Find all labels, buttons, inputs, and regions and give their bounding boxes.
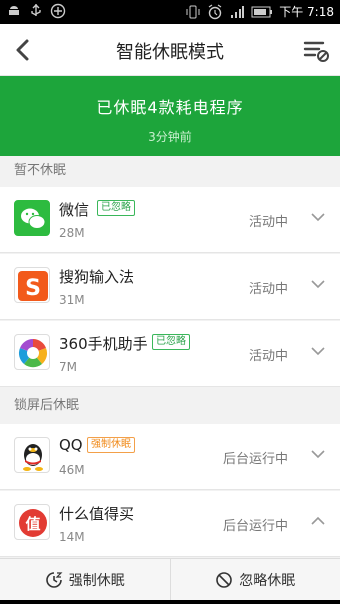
force-sleep-label: 强制休眠 (68, 572, 125, 589)
app-size: 46M (59, 463, 85, 477)
chevron-down-icon[interactable] (310, 343, 326, 359)
app-row-360-assistant[interactable]: 360手机助手 已忽略 7M 活动中 (0, 321, 340, 387)
moon-clock-icon (45, 571, 63, 588)
svg-text:值: 值 (25, 515, 40, 533)
add-circle-icon (50, 3, 66, 19)
chevron-down-icon[interactable] (310, 446, 326, 462)
sogou-icon: S (14, 267, 50, 303)
bottom-edge (0, 600, 340, 604)
alarm-icon (208, 4, 222, 20)
vibrate-icon (186, 5, 200, 19)
status-time: 下午 7:18 (279, 5, 334, 19)
page-title: 智能休眠模式 (116, 42, 224, 63)
banner-subtitle: 3分钟前 (148, 130, 192, 144)
app-status: 活动中 (248, 215, 288, 230)
force-sleep-button[interactable]: 强制休眠 (0, 559, 170, 600)
app-row-wechat[interactable]: 微信 已忽略 28M 活动中 (0, 187, 340, 253)
svg-text:S: S (25, 276, 41, 301)
qq-icon (14, 437, 50, 473)
title-bar: 智能休眠模式 (0, 24, 340, 76)
chevron-down-icon[interactable] (310, 276, 326, 292)
usb-icon (31, 4, 41, 16)
section-header-sleep-on-lock: 锁屏后休眠 (0, 391, 340, 421)
app-size: 14M (59, 530, 85, 544)
smzdm-icon: 值 (14, 504, 50, 540)
chevron-up-icon[interactable] (310, 513, 326, 529)
app-status: 活动中 (248, 282, 288, 297)
app-status: 后台运行中 (222, 519, 288, 534)
app-size: 7M (59, 360, 77, 374)
app-row-qq[interactable]: QQ 强制休眠 46M 后台运行中 (0, 424, 340, 490)
battery-icon (251, 6, 273, 18)
app-status: 后台运行中 (222, 452, 288, 467)
chevron-down-icon[interactable] (310, 209, 326, 225)
section-header-no-sleep: 暂不休眠 (0, 156, 340, 186)
sleep-summary-banner: 已休眠4款耗电程序 3分钟前 (0, 76, 340, 156)
app-name: 搜狗输入法 (59, 268, 135, 286)
app-row-smzdm[interactable]: 值 什么值得买 14M 后台运行中 (0, 491, 340, 557)
ignore-sleep-button[interactable]: 忽略休眠 (169, 559, 340, 600)
app-status: 活动中 (248, 349, 288, 364)
wechat-icon (14, 200, 50, 236)
filter-list-icon[interactable] (302, 36, 330, 64)
android-icon (9, 6, 19, 15)
app-name: 360手机助手 (59, 335, 148, 353)
ignore-sleep-label: 忽略休眠 (239, 572, 296, 589)
force-sleep-badge: 强制休眠 (87, 437, 135, 453)
app-name: 什么值得买 (59, 505, 135, 523)
prohibited-icon (216, 571, 233, 588)
status-bar: 下午 7:18 (0, 0, 340, 24)
signal-icon (231, 6, 245, 18)
app-row-sogou-input[interactable]: S 搜狗输入法 31M 活动中 (0, 254, 340, 320)
banner-title: 已休眠4款耗电程序 (96, 98, 244, 117)
360-assistant-icon (14, 334, 50, 370)
app-size: 31M (59, 293, 85, 307)
ignored-badge: 已忽略 (152, 334, 190, 350)
app-name: QQ (59, 436, 83, 454)
app-size: 28M (59, 226, 85, 240)
ignored-badge: 已忽略 (97, 200, 135, 216)
bottom-action-bar: 强制休眠 忽略休眠 (0, 558, 340, 600)
app-name: 微信 (59, 201, 90, 219)
